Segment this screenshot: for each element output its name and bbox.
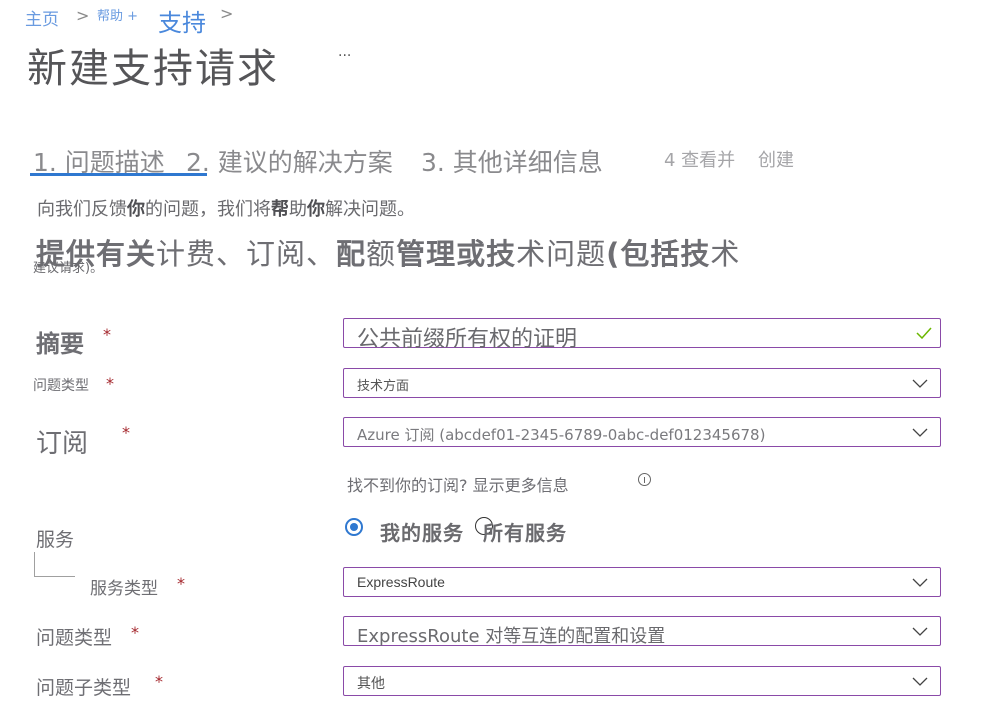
service-type-label: 服务类型	[90, 579, 158, 599]
checkmark-icon	[916, 327, 932, 339]
intro-heading-part: 术	[710, 237, 741, 271]
intro-text-tail: 建议请求)。	[33, 261, 104, 276]
required-indicator: *	[122, 423, 130, 442]
chevron-down-icon	[912, 627, 928, 636]
page-title: 新建支持请求	[27, 46, 279, 92]
issue-type-label: 问题类型	[33, 378, 89, 394]
issue-type-dropdown[interactable]: 技术方面	[343, 368, 941, 398]
breadcrumb-separator: >	[220, 4, 234, 23]
intro-heading-part: 额	[366, 237, 397, 271]
intro-text-part: 你	[127, 199, 145, 220]
chevron-down-icon	[912, 677, 928, 686]
required-indicator: *	[106, 374, 114, 393]
intro-heading-part: 配	[336, 237, 367, 271]
subscription-value: Azure 订阅 (abcdef01-2345-6789-0abc-def012…	[357, 426, 766, 444]
more-options-button[interactable]: ...	[338, 44, 351, 60]
step-4-create-label[interactable]: 创建	[758, 146, 794, 172]
required-indicator: *	[103, 325, 111, 344]
step-3-tab[interactable]: 3. 其他详细信息	[421, 143, 603, 179]
chevron-down-icon	[912, 428, 928, 437]
intro-text-part: 的问题，我们将	[145, 199, 271, 220]
problem-type-label: 问题类型	[36, 627, 113, 649]
intro-heading-part: 计费、订阅、	[156, 237, 337, 271]
info-icon[interactable]	[638, 473, 651, 486]
required-indicator: *	[131, 623, 139, 642]
service-type-value: ExpressRoute	[357, 574, 445, 590]
service-type-dropdown[interactable]: ExpressRoute	[343, 567, 941, 597]
subscription-dropdown[interactable]: Azure 订阅 (abcdef01-2345-6789-0abc-def012…	[343, 417, 941, 447]
intro-heading: 提供有关计费、订阅、配额管理或技术问题(包括技术	[36, 231, 740, 273]
issue-type-value: 技术方面	[357, 379, 410, 394]
subscription-label: 订阅	[36, 429, 89, 459]
summary-value: 公共前缀所有权的证明	[357, 327, 578, 352]
service-label: 服务	[36, 529, 75, 551]
breadcrumb-help-link[interactable]: 帮助 +	[97, 5, 138, 24]
breadcrumb-separator: >	[76, 6, 90, 25]
intro-text-part: 向我们反馈	[37, 199, 127, 220]
problem-subtype-label: 问题子类型	[36, 677, 132, 699]
tree-connector	[34, 552, 75, 577]
problem-subtype-dropdown[interactable]: 其他	[343, 666, 941, 696]
step-2-tab[interactable]: 2. 建议的解决方案	[186, 143, 393, 179]
step-4-tab[interactable]: 4 查看并	[664, 146, 735, 172]
intro-heading-part: 管理或技	[396, 237, 517, 271]
intro-text-part: 解决问题。	[325, 199, 415, 220]
active-step-indicator	[30, 173, 207, 176]
radio-all-services-label[interactable]: 所有服务	[483, 517, 567, 546]
intro-heading-part: 术问题	[516, 237, 607, 271]
problem-type-dropdown[interactable]: ExpressRoute 对等互连的配置和设置	[343, 616, 941, 647]
intro-text: 向我们反馈你的问题，我们将帮助你解决问题。	[37, 195, 415, 221]
required-indicator: *	[177, 574, 185, 593]
radio-my-services-label[interactable]: 我的服务	[380, 517, 464, 546]
intro-text-part: 帮	[271, 199, 289, 220]
summary-input[interactable]: 公共前缀所有权的证明	[343, 318, 941, 352]
radio-my-services[interactable]	[345, 518, 363, 536]
breadcrumb-support-link[interactable]: 支持	[158, 3, 206, 38]
subscription-help-link[interactable]: 找不到你的订阅? 显示更多信息	[347, 472, 569, 496]
chevron-down-icon	[912, 578, 928, 587]
problem-subtype-value: 其他	[357, 676, 385, 692]
problem-type-value: ExpressRoute 对等互连的配置和设置	[357, 626, 666, 647]
summary-label: 摘要	[36, 330, 84, 358]
intro-text-part: 你	[307, 199, 325, 220]
chevron-down-icon	[912, 379, 928, 388]
intro-heading-part: (包括技	[606, 237, 711, 271]
intro-text-part: 助	[289, 199, 307, 220]
required-indicator: *	[155, 672, 163, 691]
breadcrumb-home-link[interactable]: 主页	[25, 5, 59, 30]
